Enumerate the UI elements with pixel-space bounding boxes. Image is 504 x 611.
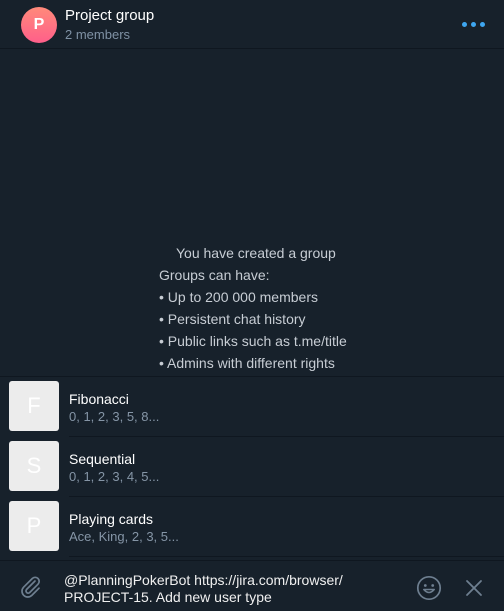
- group-avatar[interactable]: P: [21, 7, 57, 43]
- result-thumbnail: S: [9, 441, 59, 491]
- service-item: • Admins with different rights: [159, 355, 335, 371]
- inline-result-fibonacci[interactable]: F Fibonacci 0, 1, 2, 3, 5, 8...: [0, 377, 504, 437]
- service-message: You have created a group Groups can have…: [159, 242, 347, 374]
- close-icon[interactable]: [464, 578, 484, 598]
- message-area: You have created a group Groups can have…: [0, 49, 504, 376]
- result-thumbnail: F: [9, 381, 59, 431]
- result-description: Ace, King, 2, 3, 5...: [69, 529, 179, 544]
- inline-result-sequential[interactable]: S Sequential 0, 1, 2, 3, 4, 5...: [0, 437, 504, 497]
- inline-results-list: F Fibonacci 0, 1, 2, 3, 5, 8... S Sequen…: [0, 376, 504, 560]
- member-count: 2 members: [65, 27, 131, 42]
- inline-result-playing-cards[interactable]: P Playing cards Ace, King, 2, 3, 5...: [0, 497, 504, 557]
- result-description: 0, 1, 2, 3, 5, 8...: [69, 409, 160, 424]
- service-item: • Public links such as t.me/title: [159, 333, 347, 349]
- message-input-line: @PlanningPokerBot https://jira.com/brows…: [64, 572, 343, 588]
- result-title: Fibonacci: [69, 391, 129, 407]
- result-thumbnail: P: [9, 501, 59, 551]
- result-title: Playing cards: [69, 511, 154, 527]
- message-composer: @PlanningPokerBot https://jira.com/brows…: [0, 560, 504, 611]
- service-item: • Persistent chat history: [159, 311, 306, 327]
- result-title: Sequential: [69, 451, 136, 467]
- more-dots-icon[interactable]: [462, 19, 488, 29]
- smiley-icon[interactable]: [416, 575, 442, 601]
- result-description: 0, 1, 2, 3, 4, 5...: [69, 469, 160, 484]
- chat-header: P Project group 2 members: [0, 0, 504, 49]
- service-item: • Up to 200 000 members: [159, 289, 318, 305]
- message-input-line: PROJECT-15. Add new user type: [64, 589, 272, 605]
- service-heading: You have created a group: [176, 245, 336, 261]
- message-input[interactable]: @PlanningPokerBot https://jira.com/brows…: [64, 572, 404, 606]
- chat-title[interactable]: Project group: [65, 7, 154, 24]
- avatar-letter: P: [33, 16, 45, 33]
- paperclip-icon[interactable]: [17, 574, 43, 600]
- service-intro: Groups can have:: [159, 267, 270, 283]
